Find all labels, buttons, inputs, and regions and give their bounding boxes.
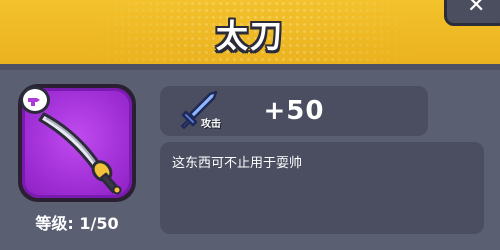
stat-value: +50	[263, 96, 325, 126]
close-button[interactable]: ✕	[444, 0, 500, 26]
level-label: 等级: 1/50	[35, 214, 119, 233]
close-icon[interactable]: ✕	[467, 0, 485, 17]
header-shadow	[0, 64, 500, 70]
description-text: 这东西可不止用于耍帅	[172, 156, 303, 171]
tag-icon	[20, 86, 50, 114]
title-bar: 太刀	[0, 0, 500, 64]
tag-glyph	[28, 98, 40, 106]
item-title: 太刀	[215, 17, 284, 55]
